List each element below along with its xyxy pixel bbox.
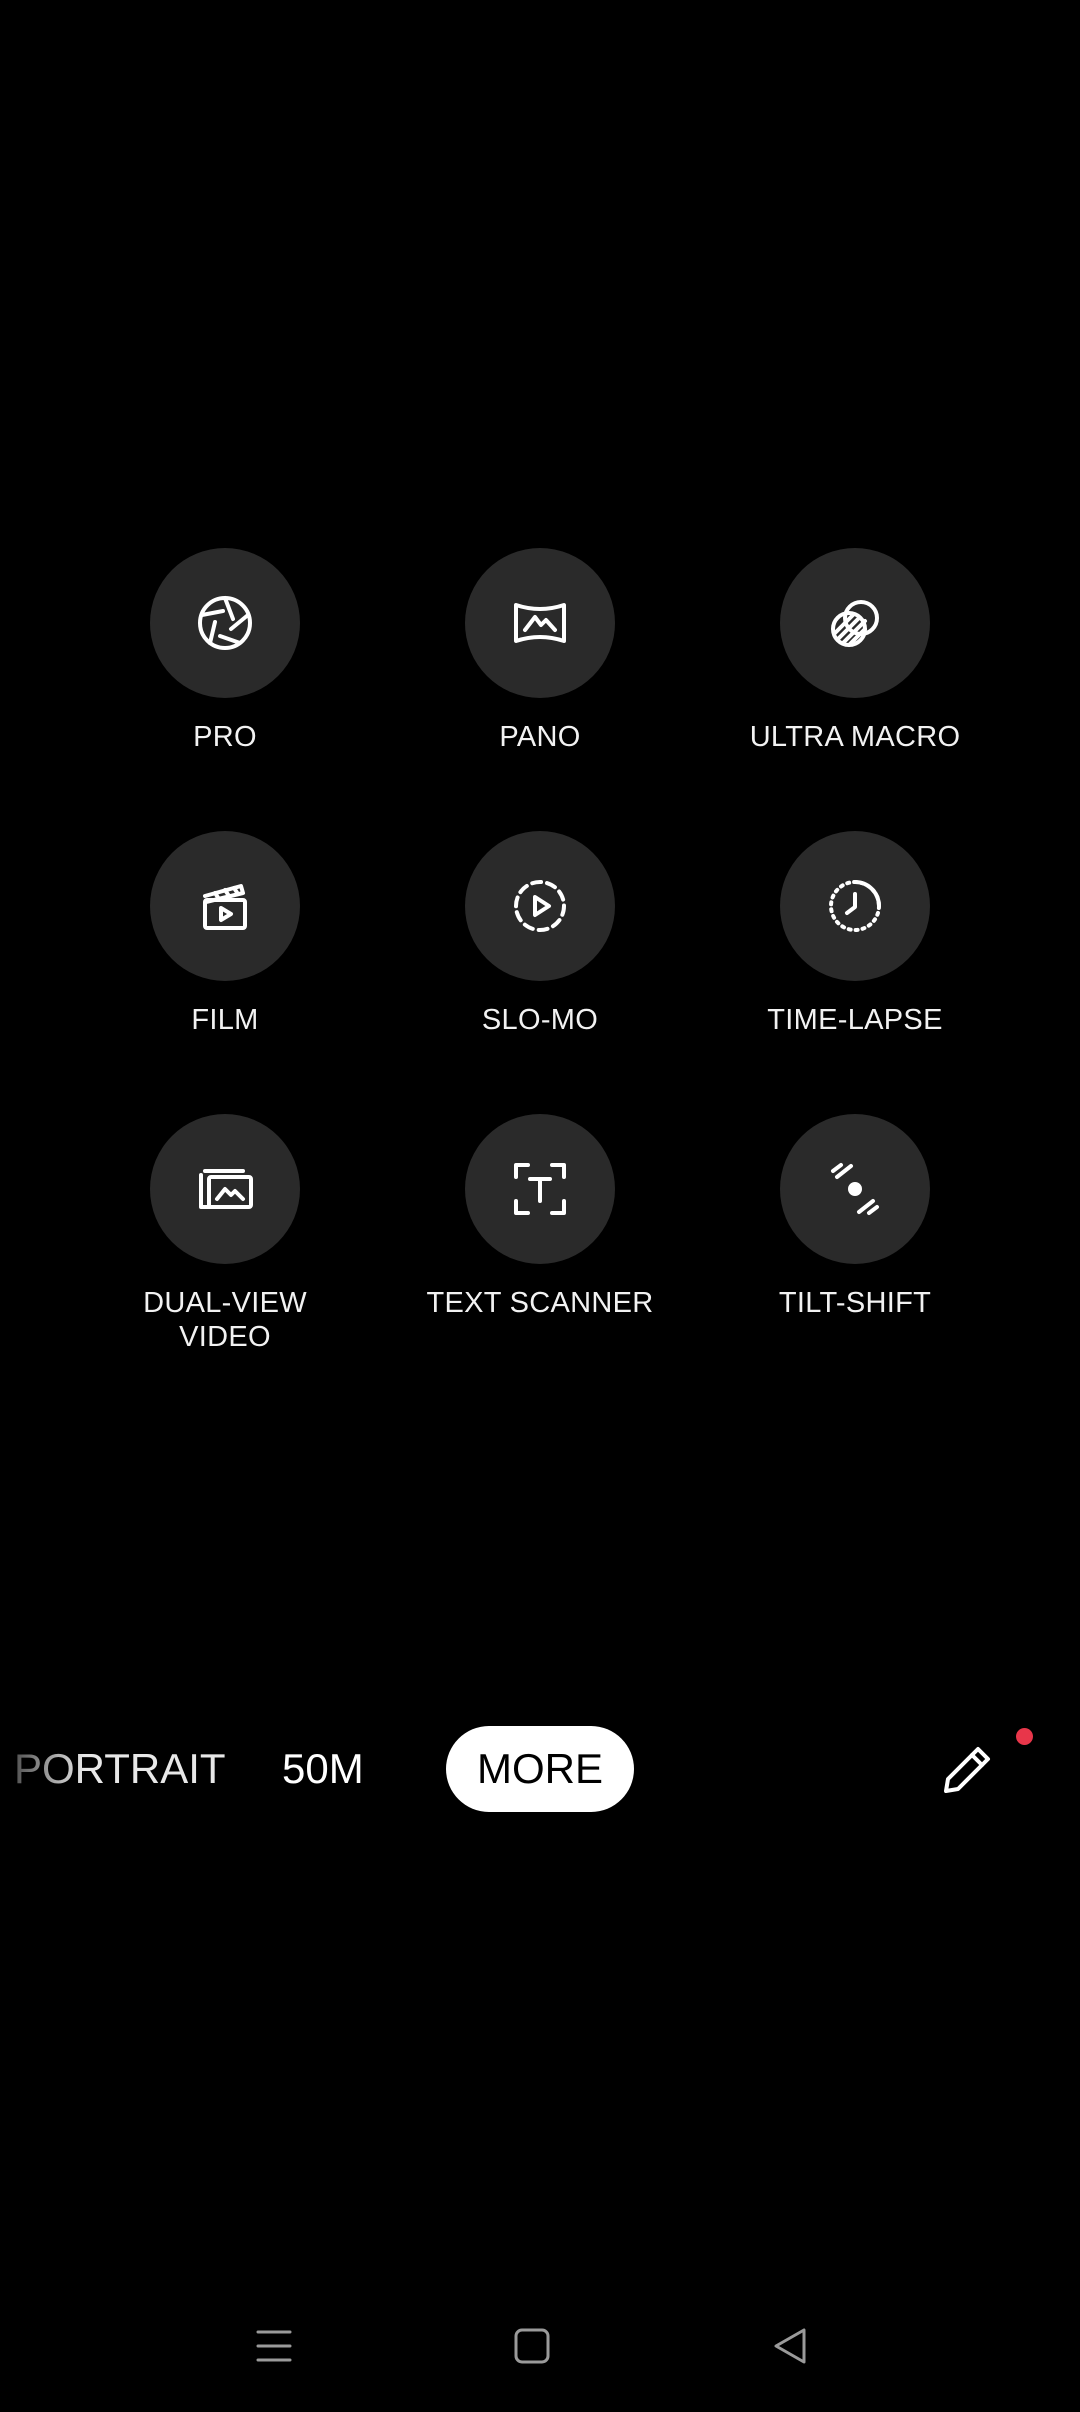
mode-tilt-shift-button[interactable] — [780, 1114, 930, 1264]
mode-pano-label: PANO — [499, 721, 581, 753]
mode-tab-more[interactable]: MORE — [446, 1726, 634, 1812]
mode-slo-mo-button[interactable] — [465, 831, 615, 981]
tilt-shift-icon — [831, 1163, 879, 1215]
mode-pano[interactable]: PANO — [390, 548, 690, 754]
mode-tab-50m[interactable]: 50M — [282, 1726, 364, 1812]
mode-time-lapse-label: TIME-LAPSE — [767, 1004, 943, 1036]
mode-tilt-shift-label: TILT-SHIFT — [778, 1287, 932, 1319]
mode-tilt-shift[interactable]: TILT-SHIFT — [705, 1114, 1005, 1320]
film-icon — [203, 884, 247, 930]
system-navigation-bar — [0, 2310, 1080, 2382]
aperture-icon — [198, 596, 252, 650]
mode-pano-button[interactable] — [465, 548, 615, 698]
mode-pro[interactable]: PRO — [75, 548, 375, 754]
mode-ultra-macro[interactable]: ULTRA MACRO — [705, 548, 1005, 754]
mode-film-button[interactable] — [150, 831, 300, 981]
mode-pro-button[interactable] — [150, 548, 300, 698]
camera-mode-selector: PORTRAIT 50M MORE — [0, 1726, 1080, 1812]
mode-text-scanner-label: TEXT SCANNER — [426, 1287, 654, 1319]
mode-time-lapse-button[interactable] — [780, 831, 930, 981]
nav-back-button[interactable] — [754, 2310, 826, 2382]
pencil-icon — [944, 1747, 990, 1793]
time-lapse-icon — [829, 880, 881, 932]
mode-slo-mo-label: SLO-MO — [481, 1004, 599, 1036]
mode-dual-view-video-label: DUAL-VIEW VIDEO — [143, 1287, 307, 1353]
nav-menu-button[interactable] — [238, 2310, 310, 2382]
mode-text-scanner[interactable]: TEXT SCANNER — [390, 1114, 690, 1320]
mode-film-label: FILM — [191, 1004, 259, 1036]
dual-view-icon — [199, 1169, 253, 1209]
mode-film[interactable]: FILM — [75, 831, 375, 1037]
mode-ultra-macro-label: ULTRA MACRO — [749, 721, 961, 753]
panorama-icon — [514, 603, 566, 643]
mode-dual-view-video-button[interactable] — [150, 1114, 300, 1264]
mode-text-scanner-button[interactable] — [465, 1114, 615, 1264]
mode-pro-label: PRO — [193, 721, 257, 753]
mode-ultra-macro-button[interactable] — [780, 548, 930, 698]
back-triangle-icon — [774, 2328, 806, 2364]
macro-icon — [831, 600, 879, 647]
nav-home-button[interactable] — [496, 2310, 568, 2382]
mode-slo-mo[interactable]: SLO-MO — [390, 831, 690, 1037]
mode-tab-portrait[interactable]: PORTRAIT — [14, 1726, 226, 1812]
menu-icon — [256, 2330, 292, 2362]
edit-modes-button[interactable] — [935, 1736, 1001, 1802]
notification-dot — [1016, 1728, 1033, 1745]
mode-time-lapse[interactable]: TIME-LAPSE — [705, 831, 1005, 1037]
slow-motion-icon — [514, 880, 566, 932]
mode-dual-view-video[interactable]: DUAL-VIEW VIDEO — [75, 1114, 375, 1354]
text-scanner-icon — [514, 1163, 566, 1215]
home-square-icon — [514, 2328, 550, 2364]
